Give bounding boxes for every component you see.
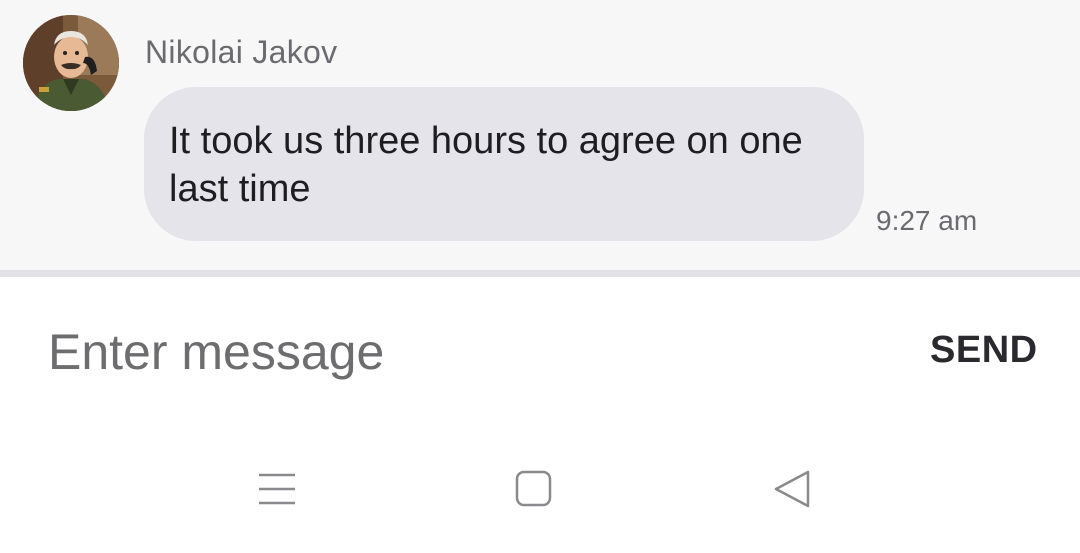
message-input[interactable] [48, 317, 848, 387]
message-timestamp: 9:27 am [876, 205, 978, 236]
menu-icon[interactable] [252, 465, 302, 515]
message-bubble[interactable]: It took us three hours to agree on one l… [144, 87, 864, 241]
messaging-screen: Nikolai Jakov It took us three hours to … [0, 0, 1080, 553]
sender-name: Nikolai Jakov [145, 34, 338, 70]
chat-thread: Nikolai Jakov It took us three hours to … [0, 0, 1080, 270]
message-composer: SEND [0, 277, 1080, 427]
back-triangle-icon[interactable] [768, 465, 818, 515]
system-navigation-bar [0, 427, 1080, 553]
composer-divider [0, 270, 1080, 277]
message-text: It took us three hours to agree on one l… [169, 120, 803, 210]
home-square-icon[interactable] [508, 465, 558, 515]
sender-avatar[interactable] [23, 15, 119, 111]
send-button[interactable]: SEND [930, 329, 1038, 372]
profile-avatar-icon [23, 15, 119, 111]
